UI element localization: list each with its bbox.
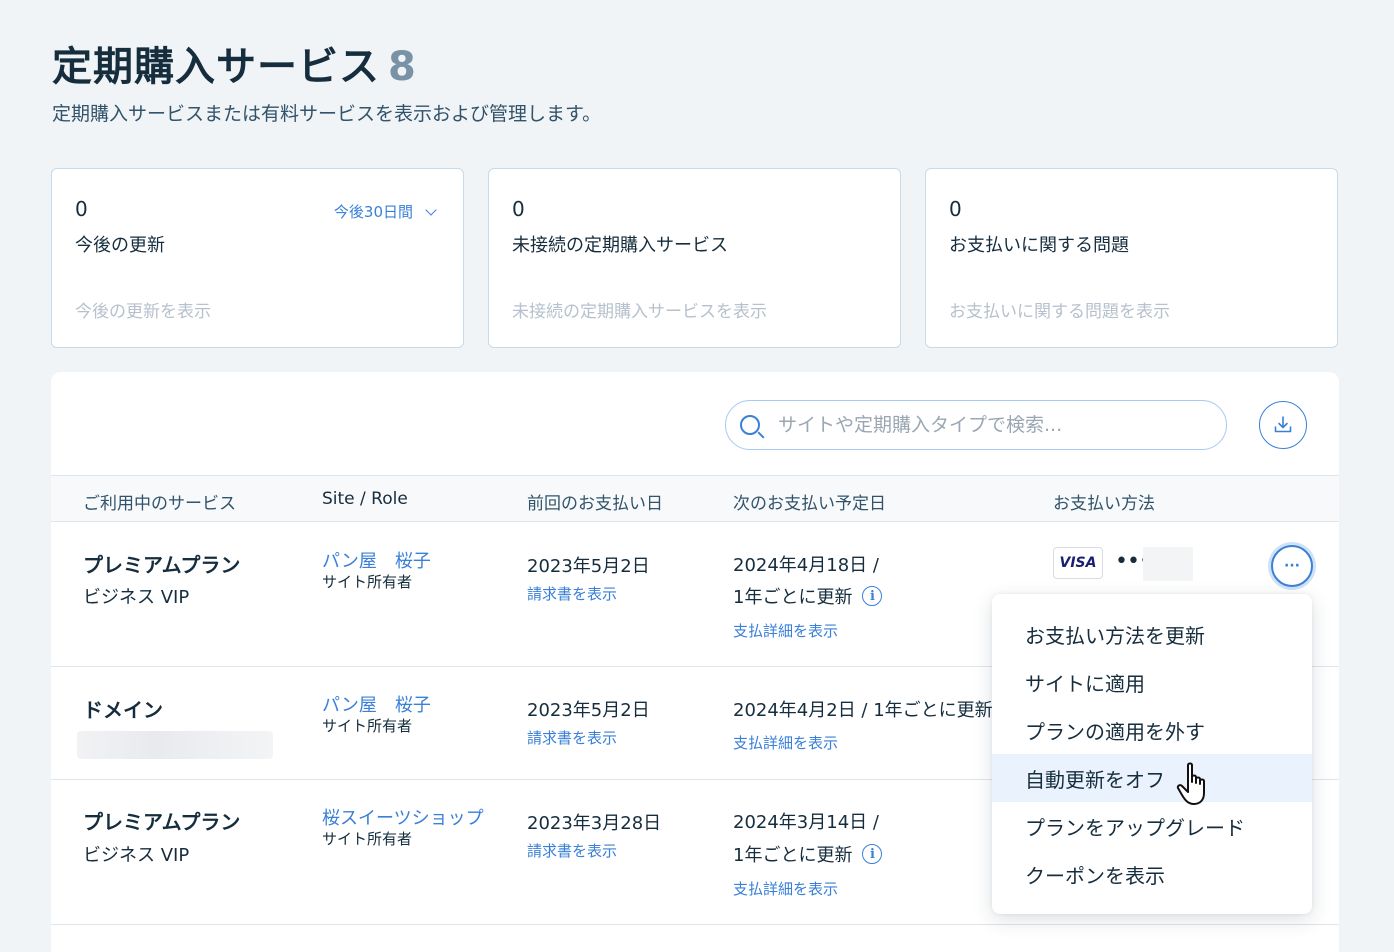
table-header: ご利用中のサービス Site / Role 前回のお支払い日 次のお支払い予定日… <box>51 476 1339 522</box>
site-link[interactable]: 桜スイーツショップ <box>322 804 484 830</box>
card-link[interactable]: 未接続の定期購入サービスを表示 <box>512 297 767 322</box>
info-icon[interactable]: i <box>862 586 883 606</box>
service-tier: ビジネス VIP <box>83 845 190 866</box>
card-label: 未接続の定期購入サービス <box>512 235 728 256</box>
column-header-payment-method[interactable]: お支払い方法 <box>1053 489 1155 514</box>
last-payment-date: 2023年5月2日 <box>527 556 650 577</box>
subscription-count: 8 <box>388 44 417 90</box>
next-payment-date: 2024年3月14日 / <box>733 812 879 833</box>
card-number-redacted <box>1143 547 1193 581</box>
menu-item-turn-off-auto-renew[interactable]: 自動更新をオフ <box>992 754 1312 802</box>
card-label: 今後の更新 <box>75 235 165 256</box>
table-toolbar <box>51 372 1339 476</box>
service-name: プレミアムプラン <box>83 810 241 834</box>
service-name: プレミアムプラン <box>83 553 241 577</box>
column-header-site-role[interactable]: Site / Role <box>322 489 408 509</box>
next-payment-date: 2024年4月2日 / 1年ごとに更新 <box>733 700 993 721</box>
download-icon <box>1274 416 1292 433</box>
menu-item-update-payment[interactable]: お支払い方法を更新 <box>992 610 1312 658</box>
search-input[interactable] <box>778 414 1198 436</box>
next-payment-date: 2024年4月18日 / <box>733 555 879 576</box>
unconnected-subscriptions-card: 0 未接続の定期購入サービス 未接続の定期購入サービスを表示 <box>488 168 901 348</box>
site-role: サイト所有者 <box>322 573 413 591</box>
more-actions-button[interactable]: ··· <box>1271 545 1313 587</box>
download-button[interactable] <box>1259 401 1307 449</box>
card-link[interactable]: 今後の更新を表示 <box>75 297 211 322</box>
renewal-text: 1年ごとに更新 <box>733 587 853 608</box>
payment-detail-link[interactable]: 支払詳細を表示 <box>733 732 838 753</box>
domain-name-redacted <box>77 731 273 759</box>
renewal-text: 1年ごとに更新 <box>733 845 853 866</box>
service-tier: ビジネス VIP <box>83 587 190 608</box>
view-invoice-link[interactable]: 請求書を表示 <box>527 840 617 861</box>
page-title: 定期購入サービス 8 <box>52 34 417 92</box>
period-label: 今後30日間 <box>333 203 413 221</box>
site-role: サイト所有者 <box>322 717 413 735</box>
page-title-text: 定期購入サービス <box>52 44 380 90</box>
site-link[interactable]: パン屋 桜子 <box>322 547 431 573</box>
more-horizontal-icon: ··· <box>1284 558 1300 574</box>
last-payment-date: 2023年3月28日 <box>527 813 662 834</box>
site-role: サイト所有者 <box>322 830 413 848</box>
column-header-last-payment[interactable]: 前回のお支払い日 <box>527 489 663 514</box>
view-invoice-link[interactable]: 請求書を表示 <box>527 727 617 748</box>
page-header: 定期購入サービス 8 <box>52 34 417 92</box>
period-dropdown[interactable]: 今後30日間 <box>333 201 437 222</box>
card-value: 0 <box>512 197 525 221</box>
menu-item-upgrade-plan[interactable]: プランをアップグレード <box>992 802 1312 850</box>
service-name: ドメイン <box>83 698 163 722</box>
column-header-service[interactable]: ご利用中のサービス <box>83 489 236 514</box>
card-label: お支払いに関する問題 <box>949 235 1129 256</box>
renewal-info: 1年ごとに更新 i <box>733 841 883 867</box>
hand-pointer-icon <box>1176 762 1205 805</box>
search-box[interactable] <box>725 400 1227 450</box>
menu-item-view-coupon[interactable]: クーポンを表示 <box>992 850 1312 898</box>
payment-detail-link[interactable]: 支払詳細を表示 <box>733 878 838 899</box>
column-header-next-payment[interactable]: 次のお支払い予定日 <box>733 489 886 514</box>
chevron-down-icon <box>425 203 437 216</box>
card-value: 0 <box>949 197 962 221</box>
menu-item-assign-site[interactable]: サイトに適用 <box>992 658 1312 706</box>
visa-card-icon: VISA <box>1053 547 1103 579</box>
view-invoice-link[interactable]: 請求書を表示 <box>527 583 617 604</box>
last-payment-date: 2023年5月2日 <box>527 700 650 721</box>
card-link[interactable]: お支払いに関する問題を表示 <box>949 297 1170 322</box>
info-icon[interactable]: i <box>862 844 883 864</box>
page-subtitle: 定期購入サービスまたは有料サービスを表示および管理します。 <box>52 103 602 125</box>
site-link[interactable]: パン屋 桜子 <box>322 691 431 717</box>
payment-issues-card: 0 お支払いに関する問題 お支払いに関する問題を表示 <box>925 168 1338 348</box>
actions-menu: お支払い方法を更新 サイトに適用 プランの適用を外す 自動更新をオフ プランをア… <box>992 594 1312 914</box>
menu-item-unassign-plan[interactable]: プランの適用を外す <box>992 706 1312 754</box>
search-icon <box>740 415 760 435</box>
card-value: 0 <box>75 197 88 221</box>
payment-detail-link[interactable]: 支払詳細を表示 <box>733 620 838 641</box>
renewal-info: 1年ごとに更新 i <box>733 583 883 609</box>
upcoming-renewals-card: 0 今後30日間 今後の更新 今後の更新を表示 <box>51 168 464 348</box>
